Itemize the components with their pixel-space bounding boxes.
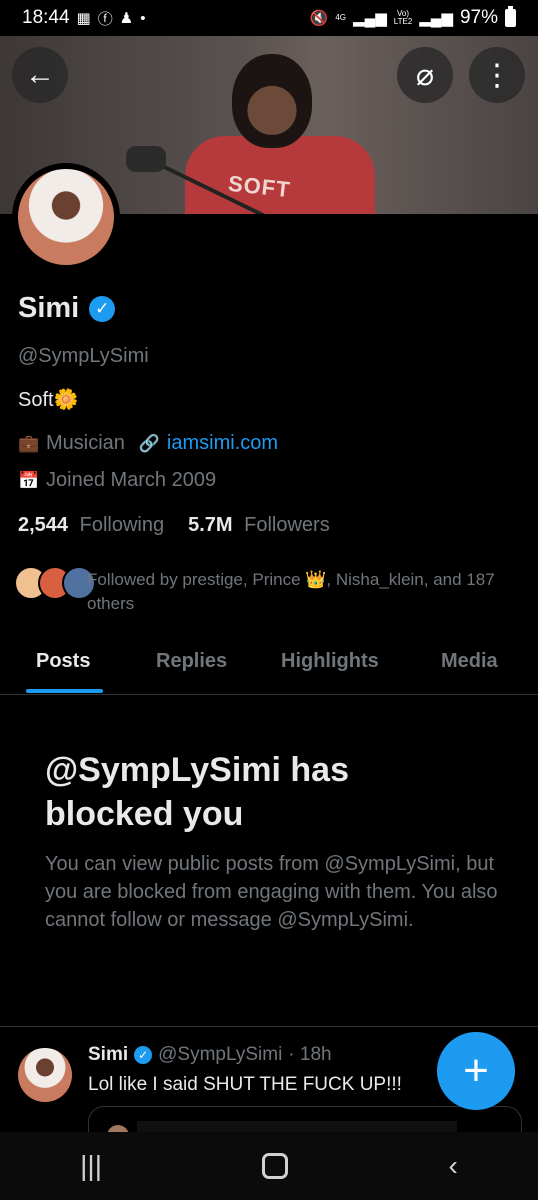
bio-text: Soft [18, 389, 54, 411]
snapchat-icon: ♟ [119, 10, 134, 27]
followed-by-avatars[interactable] [14, 566, 96, 600]
banner-mic [126, 146, 166, 172]
avatar-image [18, 169, 114, 265]
following-count: 2,544 [18, 514, 69, 536]
post-verified-badge-icon: ✓ [134, 1046, 153, 1064]
volte-label: Vo) LTE2 [394, 10, 413, 26]
profile-joined: Joined March 2009 [46, 469, 217, 491]
bio-emoji: 🌼 [53, 389, 79, 411]
network-4g-label: 4G [335, 13, 347, 22]
profile-name-row: Simi ✓ [18, 292, 116, 325]
tab-posts[interactable]: Posts [36, 650, 90, 673]
home-button[interactable] [262, 1153, 289, 1179]
profile-meta-row: 💼 Musician 🔗 iamsimi.com [18, 432, 278, 455]
calendar-icon: 📅 [18, 470, 40, 490]
blocked-title: @SympLySimi has blocked you [45, 751, 349, 833]
dot-icon: • [140, 9, 146, 27]
qr-icon: ▦ [76, 10, 91, 27]
grok-icon: ⌀ [415, 58, 435, 92]
followers-link[interactable]: 5.7M Followers [188, 514, 330, 537]
followers-label: Followers [244, 514, 330, 536]
profile-category: Musician [46, 432, 125, 454]
plus-icon: + [463, 1046, 489, 1095]
banner-head [232, 54, 312, 148]
post-time: · 18h [288, 1044, 332, 1065]
blocked-description: You can view public posts from @SympLySi… [45, 853, 498, 931]
tab-replies[interactable]: Replies [156, 650, 227, 673]
lte2-text: LTE2 [393, 17, 413, 26]
more-options-button[interactable]: ⋮ [469, 47, 525, 103]
recent-apps-button[interactable]: ||| [80, 1150, 102, 1182]
signal-icon: ▂▄▆ [353, 10, 387, 27]
mute-icon: 🔇 [309, 10, 329, 27]
following-link[interactable]: 2,544 Following [18, 514, 164, 537]
verified-badge-icon[interactable]: ✓ [89, 295, 116, 322]
post-author-handle: @SympLySimi [158, 1044, 283, 1065]
system-navigation-bar: ||| ‹ [0, 1132, 538, 1200]
active-tab-indicator [26, 689, 103, 693]
profile-tabs: Posts Replies Highlights Media [0, 640, 538, 695]
briefcase-icon: 💼 [18, 433, 40, 453]
tab-highlights[interactable]: Highlights [281, 650, 379, 673]
post-author-name[interactable]: Simi [88, 1044, 128, 1066]
battery-percent: 97% [459, 7, 498, 28]
profile-joined-row: 📅 Joined March 2009 [18, 469, 216, 492]
followed-by-text[interactable]: Followed by prestige, Prince 👑, Nisha_kl… [87, 568, 517, 616]
compose-post-button[interactable]: + [437, 1032, 515, 1110]
more-vertical-icon: ⋮ [482, 58, 512, 92]
battery-icon [505, 6, 516, 27]
back-arrow-icon: ← [25, 58, 55, 91]
followers-count: 5.7M [188, 514, 233, 536]
profile-bio: Soft🌼 [18, 387, 78, 412]
link-icon: 🔗 [138, 433, 161, 453]
status-bar: 18:44 ▦ ⓕ ♟ • 🔇 4G ▂▄▆ Vo) LTE2 ▂▄▆ 97% [0, 0, 538, 36]
profile-name: Simi [18, 292, 80, 324]
tab-media[interactable]: Media [441, 650, 498, 673]
signal-2-icon: ▂▄▆ [419, 10, 453, 27]
post-text[interactable]: Lol like I said SHUT THE FUCK UP!!! [88, 1074, 402, 1096]
follow-stats: 2,544 Following 5.7M Followers [18, 514, 330, 537]
profile-handle: @SympLySimi [18, 345, 149, 367]
status-time: 18:44 [22, 7, 70, 28]
divider [0, 1026, 538, 1027]
profile-website-link[interactable]: iamsimi.com [167, 432, 278, 455]
post-header: Simi ✓ @SympLySimi · 18h [88, 1044, 332, 1066]
system-back-button[interactable]: ‹ [449, 1150, 458, 1182]
following-label: Following [79, 514, 165, 536]
back-button[interactable]: ← [12, 47, 68, 103]
post-author-avatar[interactable] [18, 1048, 72, 1102]
facebook-icon: ⓕ [97, 10, 113, 28]
grok-button[interactable]: ⌀ [397, 47, 453, 103]
profile-avatar[interactable] [12, 163, 120, 271]
